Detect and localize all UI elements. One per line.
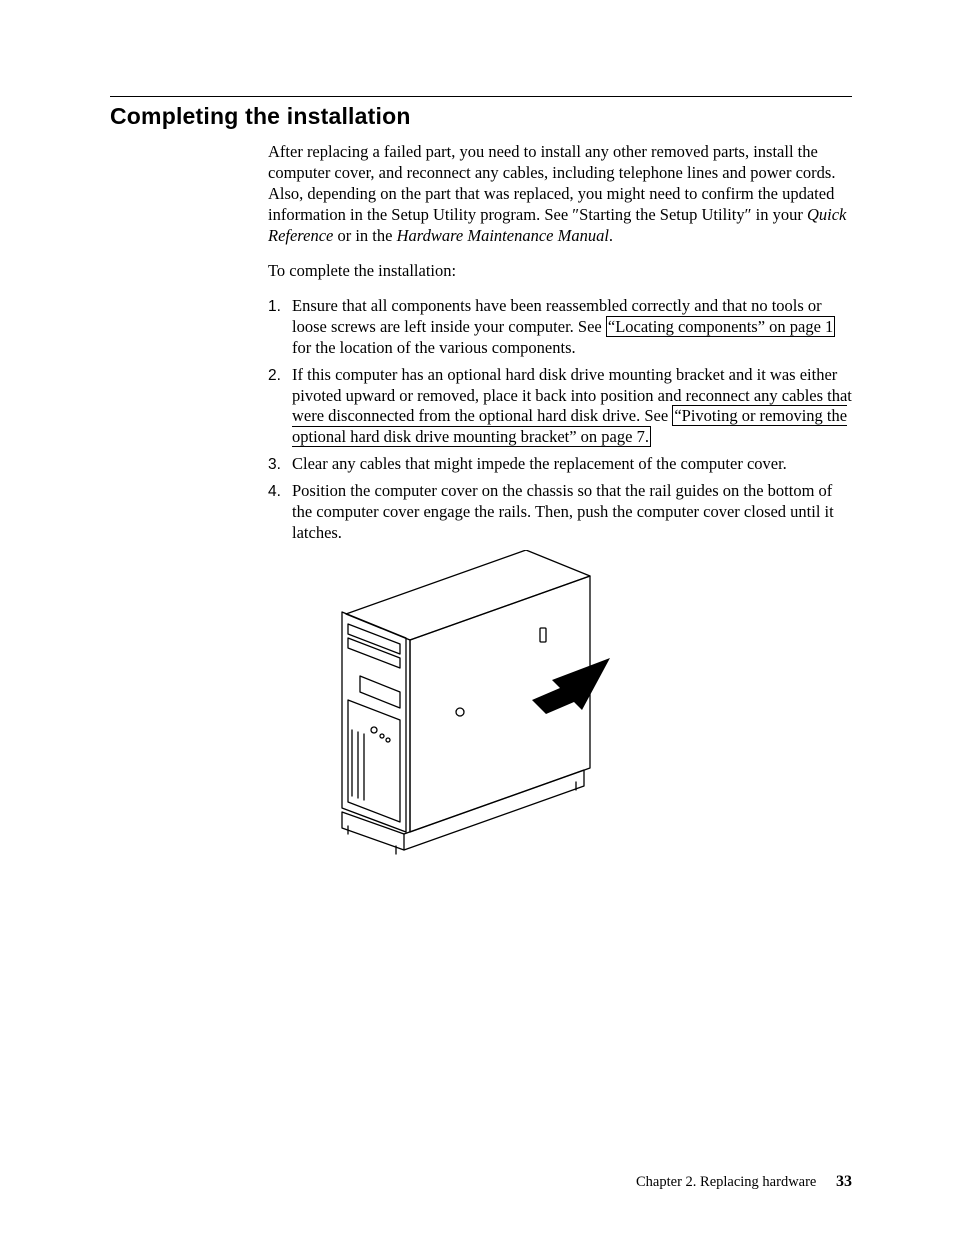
step-text: Position the computer cover on the chass…	[292, 481, 852, 544]
step-text: Ensure that all components have been rea…	[292, 296, 852, 359]
footer-page-number: 33	[836, 1173, 852, 1190]
step-number: 1.	[268, 296, 292, 317]
step-number: 2.	[268, 365, 292, 386]
figure	[292, 550, 852, 886]
computer-cover-illustration	[292, 550, 672, 880]
steps-list: 1. Ensure that all components have been …	[268, 296, 852, 544]
step-item: 2. If this computer has an optional hard…	[268, 365, 852, 449]
arrow-icon	[532, 658, 610, 714]
body-column: After replacing a failed part, you need …	[268, 142, 852, 886]
step-number: 4.	[268, 481, 292, 502]
page-footer: Chapter 2. Replacing hardware 33	[636, 1173, 852, 1191]
lead-in: To complete the installation:	[268, 261, 852, 282]
step-item: 4. Position the computer cover on the ch…	[268, 481, 852, 544]
footer-chapter: Chapter 2. Replacing hardware	[636, 1174, 816, 1190]
step-item: 3. Clear any cables that might impede th…	[268, 454, 852, 475]
step-item: 1. Ensure that all components have been …	[268, 296, 852, 359]
intro-paragraph: After replacing a failed part, you need …	[268, 142, 852, 247]
page: Completing the installation After replac…	[0, 0, 954, 1235]
step-number: 3.	[268, 454, 292, 475]
section-heading: Completing the installation	[110, 103, 852, 130]
step-text: Clear any cables that might impede the r…	[292, 454, 852, 475]
step-text: If this computer has an optional hard di…	[292, 365, 852, 449]
top-rule	[110, 96, 852, 97]
